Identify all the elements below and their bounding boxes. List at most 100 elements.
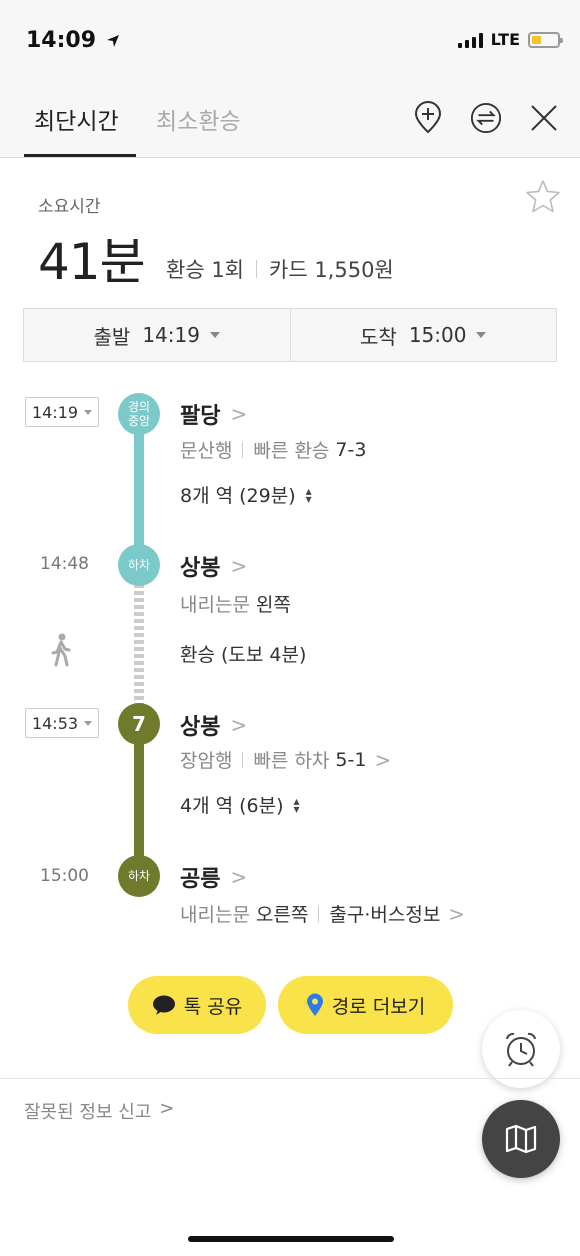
location-arrow-icon: [106, 35, 119, 47]
door-label: 내리는문: [180, 594, 250, 616]
route-summary: 환승 1회 카드 1,550원: [166, 254, 394, 284]
close-icon[interactable]: [528, 101, 560, 135]
chevron-right-icon: >: [230, 402, 248, 426]
transfer-walk: 환승 (도보 4분): [180, 644, 307, 666]
stop-count: 4개 역 (6분): [180, 795, 284, 817]
dropdown-caret-icon: [84, 720, 93, 726]
arrival-time-final: 15:00: [40, 866, 89, 886]
tab-fewest-transfers[interactable]: 최소환승: [156, 102, 241, 136]
station-name: 공릉: [180, 867, 221, 892]
report-error-link[interactable]: 잘못된 정보 신고 >: [24, 1098, 174, 1124]
status-indicators: LTE: [457, 30, 563, 49]
door-info-2: 내리는문 오른쪽 출구·버스정보 >: [180, 900, 465, 927]
chevron-right-icon: >: [448, 901, 466, 926]
fast-exit-car: 5-1: [335, 748, 367, 771]
time-selector: 출발 14:19 도착 15:00: [23, 308, 557, 362]
arrival-time-selector[interactable]: 도착 15:00: [289, 309, 557, 361]
divider: [242, 441, 244, 458]
chevron-right-icon: >: [159, 1098, 175, 1119]
tab-shortest-time[interactable]: 최단시간: [34, 102, 119, 136]
folded-map-icon: [505, 1124, 537, 1154]
battery-icon: [528, 31, 563, 48]
share-label: 톡 공유: [183, 995, 243, 1018]
divider: [318, 905, 320, 922]
status-time-text: 14:09: [26, 28, 97, 53]
status-time: 14:09: [26, 28, 120, 53]
map-pin-icon: [306, 993, 323, 1016]
direction: 문산행: [180, 440, 233, 462]
kakaotalk-share-button[interactable]: 톡 공유: [128, 976, 266, 1034]
walk-segment: [134, 584, 144, 706]
departure-time: 14:19: [142, 323, 200, 347]
direction: 장암행: [180, 750, 233, 772]
stops-toggle-2[interactable]: 4개 역 (6분) ▴ ▾: [180, 791, 300, 818]
stops-toggle-1[interactable]: 8개 역 (29분) ▴ ▾: [180, 481, 312, 508]
departure-time-selector[interactable]: 출발 14:19: [24, 309, 290, 361]
departure-label: 출발: [93, 324, 131, 349]
chevron-right-icon: >: [374, 747, 392, 772]
add-waypoint-icon[interactable]: [412, 101, 444, 135]
report-label: 잘못된 정보 신고: [24, 1102, 152, 1123]
board-time-1: 14:19: [31, 402, 79, 422]
dropdown-caret-icon: [84, 409, 93, 415]
fare: 카드 1,550원: [269, 258, 394, 282]
door-side: 오른쪽: [255, 904, 309, 926]
fast-transfer-label: 빠른 환승: [253, 440, 330, 462]
chevron-right-icon: >: [230, 865, 248, 889]
divider: [256, 260, 257, 278]
station-gongneung[interactable]: 공릉 >: [180, 861, 247, 893]
line-badge-gyeongui: 경의 중앙: [118, 393, 160, 435]
train-info-1: 문산행 빠른 환승 7-3: [180, 436, 366, 463]
route-header: 최단시간 최소환승: [0, 84, 580, 158]
train-info-2[interactable]: 장암행 빠른 하차 5-1 >: [180, 746, 391, 773]
station-name: 팔당: [180, 404, 221, 429]
dropdown-caret-icon: [209, 332, 220, 338]
section-divider: [0, 1078, 580, 1079]
station-sangbong-board[interactable]: 상봉 >: [180, 709, 247, 741]
home-indicator: [188, 1236, 394, 1242]
swap-route-icon[interactable]: [470, 101, 502, 135]
station-name: 상봉: [180, 556, 221, 581]
map-view-button[interactable]: [482, 1100, 560, 1178]
station-name: 상봉: [180, 715, 221, 740]
dropdown-caret-icon: [476, 332, 487, 338]
exit-bus-info-link[interactable]: 출구·버스정보: [329, 900, 440, 927]
speech-bubble-icon: [152, 995, 175, 1015]
line-badge-7: 7: [118, 703, 160, 745]
gyeongui-line-segment: [134, 420, 144, 560]
board-time-selector-1[interactable]: 14:19: [25, 397, 99, 427]
door-info-1: 내리는문 왼쪽: [180, 590, 291, 617]
station-paldang[interactable]: 팔당 >: [180, 398, 247, 430]
line7-segment: [134, 728, 144, 868]
walking-person-icon: [51, 633, 71, 667]
expand-updown-icon: ▴ ▾: [293, 793, 300, 816]
station-sangbong-alight[interactable]: 상봉 >: [180, 550, 247, 582]
alarm-clock-icon: [506, 1032, 536, 1067]
chevron-right-icon: >: [230, 554, 248, 578]
favorite-star-icon[interactable]: [524, 178, 562, 216]
divider: [242, 751, 244, 768]
alight-badge-1: 하차: [118, 544, 160, 586]
fast-exit-label: 빠른 하차: [253, 750, 330, 772]
arrival-label: 도착: [360, 324, 397, 349]
transfer-count: 환승 1회: [166, 258, 244, 282]
total-duration: 41분: [38, 233, 146, 291]
board-time-selector-2[interactable]: 14:53: [25, 708, 99, 738]
door-label: 내리는문: [180, 904, 250, 926]
door-side: 왼쪽: [255, 594, 291, 616]
stop-count: 8개 역 (29분): [180, 485, 296, 507]
network-label: LTE: [490, 30, 520, 49]
more-routes-label: 경로 더보기: [331, 995, 426, 1018]
signal-icon: [457, 32, 483, 48]
chevron-right-icon: >: [230, 713, 248, 737]
more-routes-button[interactable]: 경로 더보기: [278, 976, 453, 1034]
board-time-2: 14:53: [31, 713, 79, 733]
active-tab-indicator: [24, 154, 136, 157]
status-bar: 14:09 LTE: [0, 0, 580, 84]
alight-badge-2: 하차: [118, 855, 160, 897]
alight-time-1: 14:48: [40, 554, 89, 574]
fast-transfer-car: 7-3: [335, 438, 367, 461]
arrival-time: 15:00: [408, 323, 467, 347]
expand-updown-icon: ▴ ▾: [305, 483, 312, 506]
alarm-button[interactable]: [482, 1010, 560, 1088]
